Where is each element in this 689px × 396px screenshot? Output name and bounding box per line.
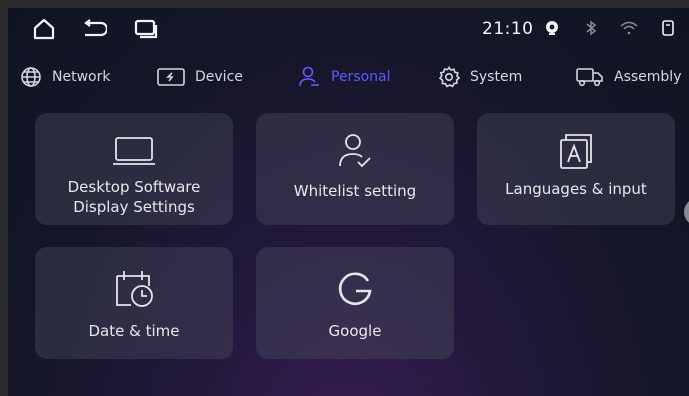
- device-icon: [157, 68, 185, 86]
- tile-whitelist-setting[interactable]: Whitelist setting: [256, 113, 454, 225]
- person-icon: [299, 66, 319, 87]
- tab-personal[interactable]: Personal: [297, 62, 391, 92]
- tab-assembly[interactable]: Assembly: [576, 62, 681, 92]
- settings-screen: 21:10 Network Device Personal System Ass…: [8, 8, 689, 396]
- bluetooth-icon: [585, 20, 597, 36]
- tile-date-time[interactable]: Date & time: [35, 247, 233, 359]
- tab-system-label: System: [470, 69, 523, 85]
- tab-network-label: Network: [52, 69, 111, 85]
- tab-system[interactable]: System: [438, 62, 522, 92]
- tile-label: Date & time: [88, 322, 180, 340]
- calendar-clock-icon: [116, 271, 153, 307]
- tab-network[interactable]: Network: [20, 62, 110, 92]
- globe-icon: [21, 67, 41, 87]
- home-icon[interactable]: [30, 16, 58, 42]
- tab-assembly-label: Assembly: [614, 69, 682, 85]
- wifi-icon: [620, 21, 638, 35]
- gear-icon: [438, 66, 460, 88]
- tile-languages-input[interactable]: Languages & input: [477, 113, 675, 225]
- monitor-icon: [113, 137, 155, 165]
- back-icon[interactable]: [80, 16, 108, 42]
- tile-desktop-software-display[interactable]: Desktop Software Display Settings: [35, 113, 233, 225]
- language-icon: [560, 134, 592, 169]
- truck-icon: [576, 68, 603, 87]
- side-drawer-handle[interactable]: [684, 198, 689, 226]
- sim-icon: [662, 20, 674, 36]
- tile-google[interactable]: Google: [256, 247, 454, 359]
- tab-device[interactable]: Device: [157, 62, 243, 92]
- google-icon: [338, 272, 372, 306]
- tile-label: Whitelist setting: [293, 182, 417, 200]
- tile-label: Desktop Software Display Settings: [67, 178, 201, 216]
- status-bar: 21:10: [8, 8, 689, 48]
- tab-device-label: Device: [195, 69, 243, 85]
- tile-label: Languages & input: [505, 180, 647, 198]
- tile-label: Google: [328, 322, 382, 340]
- recents-icon[interactable]: [132, 16, 160, 42]
- clock: 21:10: [482, 19, 534, 39]
- tab-personal-label: Personal: [331, 69, 391, 85]
- category-tabs: Network Device Personal System Assembly: [8, 62, 689, 94]
- hotspot-icon: [544, 20, 560, 36]
- user-check-icon: [339, 134, 371, 168]
